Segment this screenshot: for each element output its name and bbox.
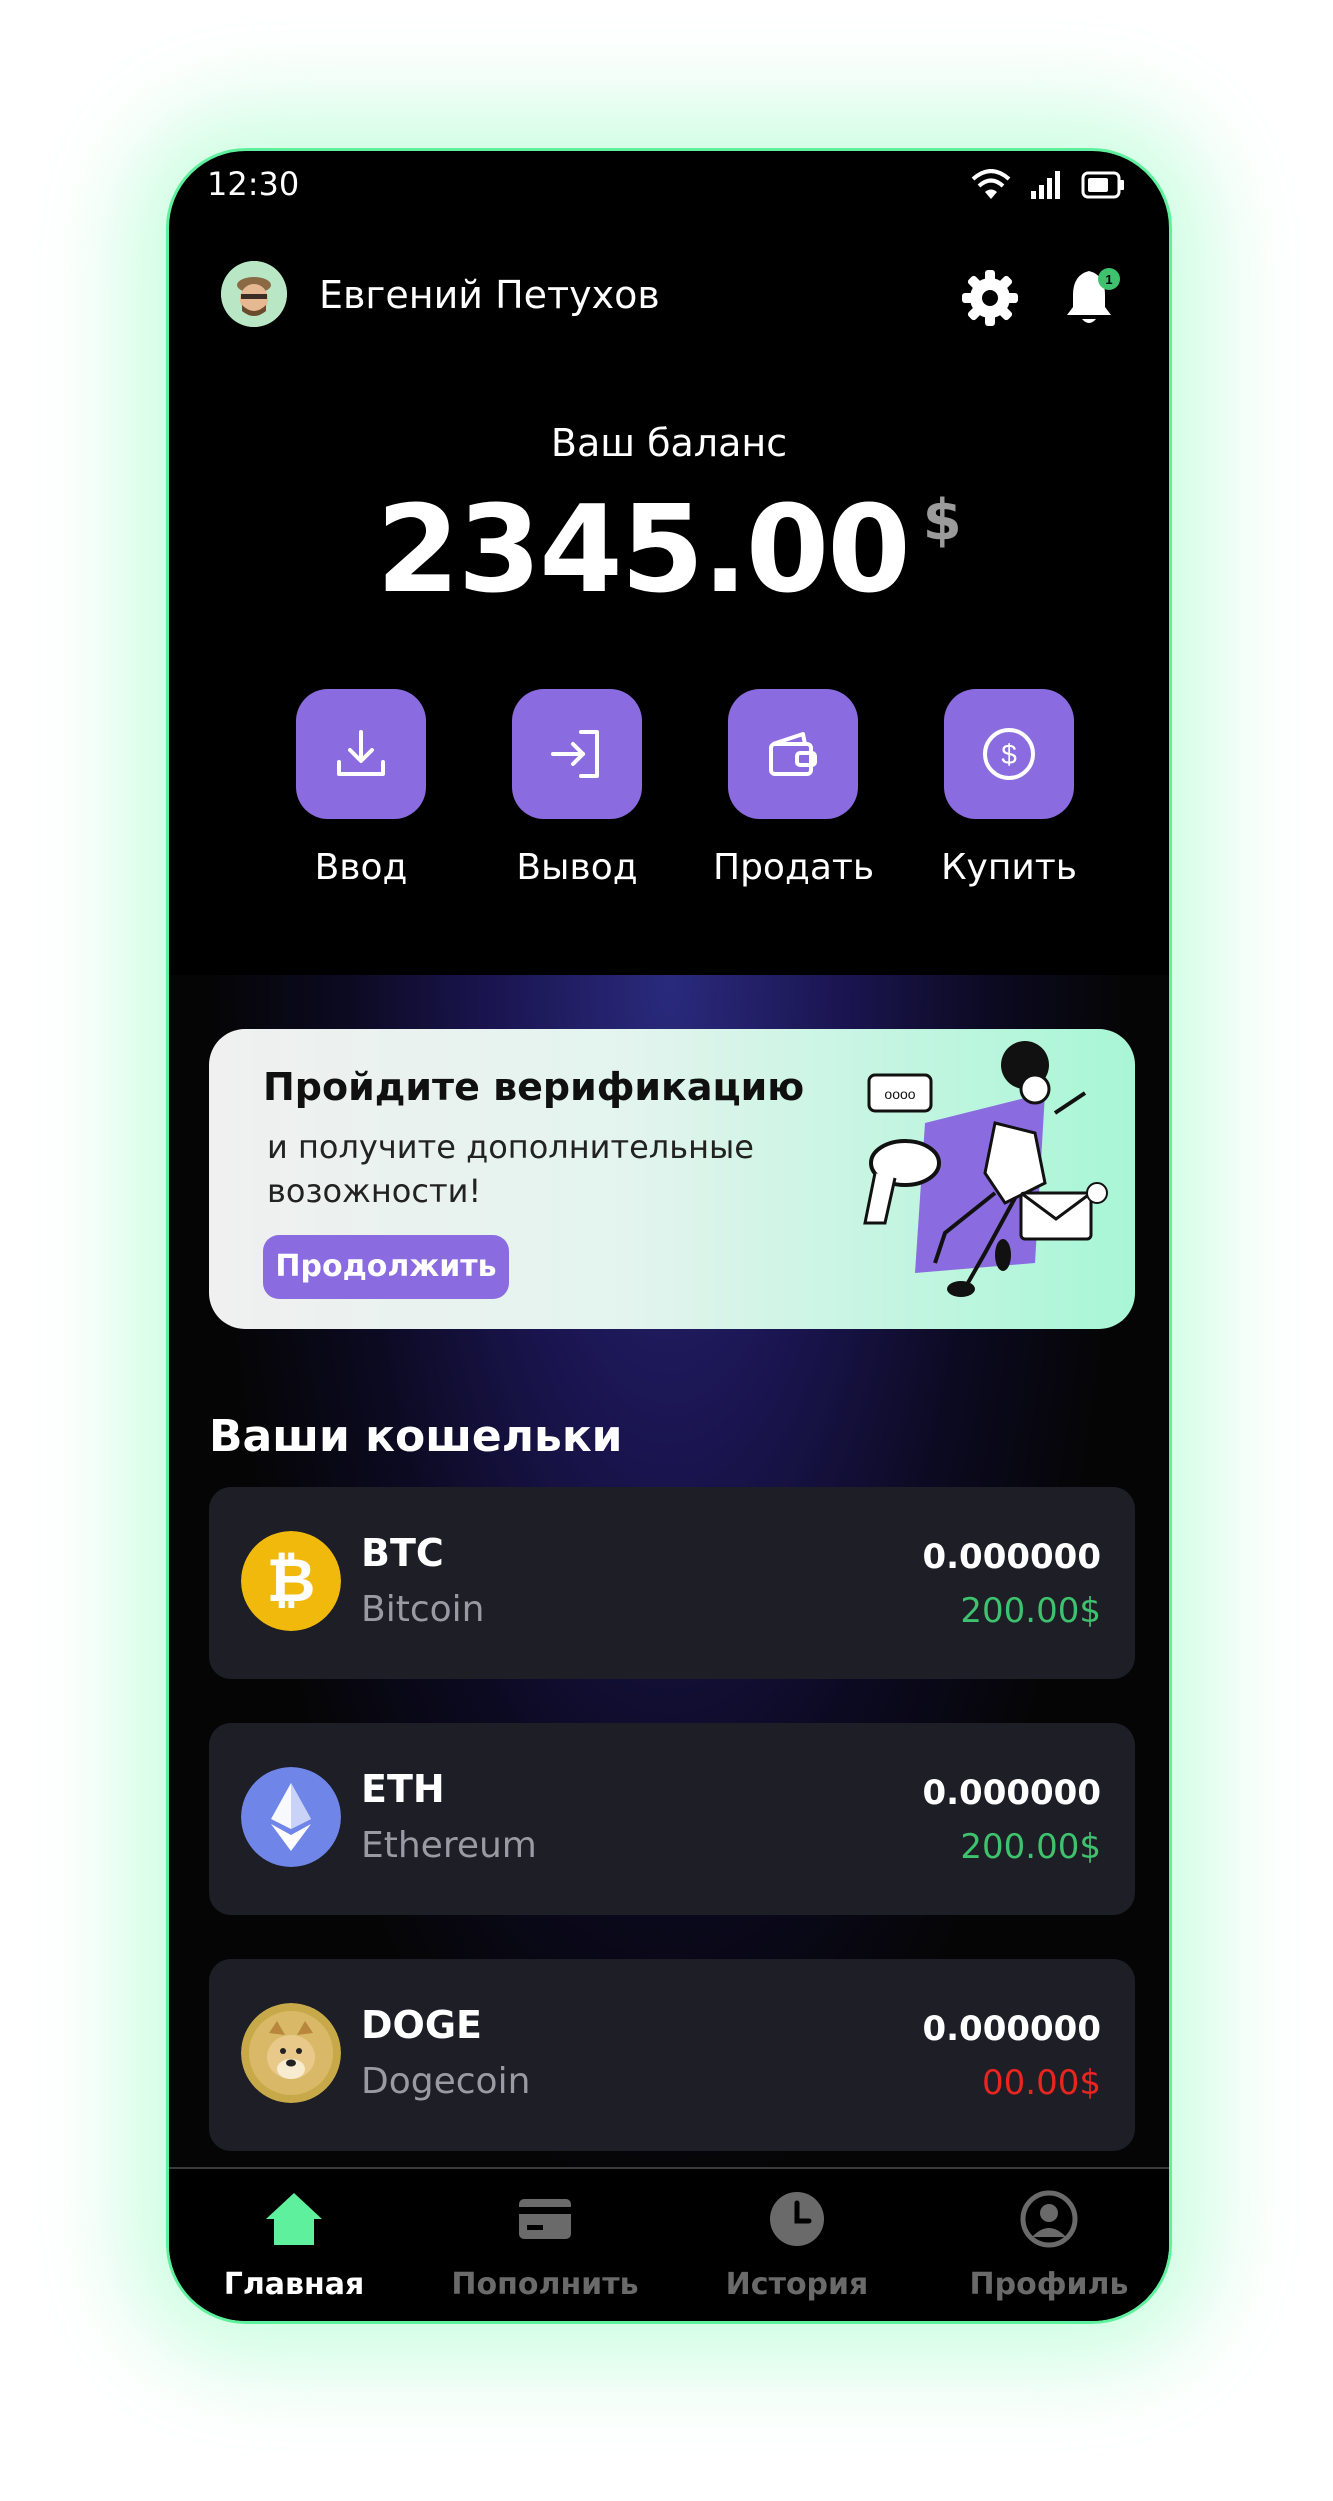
balance-currency: $ xyxy=(922,488,962,553)
tab-home[interactable]: Главная xyxy=(184,2189,404,2302)
balance-label: Ваш баланс xyxy=(550,421,788,465)
tab-label: Профиль xyxy=(969,2267,1129,2302)
tab-label: Пополнить xyxy=(451,2267,639,2302)
svg-text:₿: ₿ xyxy=(267,1547,316,1614)
wallets-title: Ваши кошельки xyxy=(209,1411,623,1462)
login-arrow-icon[interactable] xyxy=(512,689,642,819)
balance-amount: 2345.00 xyxy=(376,481,911,620)
bitcoin-icon: ₿ xyxy=(241,1531,341,1631)
status-bar: 12:30 xyxy=(169,151,1169,221)
avatar[interactable] xyxy=(221,261,287,327)
tab-label: История xyxy=(725,2267,869,2302)
wallet-usd: 200.00$ xyxy=(960,1591,1101,1631)
action-label: Ввод xyxy=(314,847,408,888)
action-withdraw[interactable]: Вывод xyxy=(497,689,657,888)
wallet-card-btc[interactable]: ₿ BTC Bitcoin 0.000000 200.00$ xyxy=(209,1487,1135,1679)
quick-actions: Ввод Вывод Продать $ Купить xyxy=(281,689,1077,899)
phone-screen: 12:30 Евгений Петухов 1 Ваш баланс 2345.… xyxy=(166,148,1172,2324)
wallet-usd: 200.00$ xyxy=(960,1827,1101,1867)
wallet-amount: 0.000000 xyxy=(922,1773,1101,1813)
banner-title: Пройдите верификацию xyxy=(263,1065,805,1109)
wallet-amount: 0.000000 xyxy=(922,2009,1101,2049)
svg-text:oooo: oooo xyxy=(884,1086,915,1102)
profile-icon xyxy=(1020,2190,1078,2248)
download-icon[interactable] xyxy=(296,689,426,819)
signal-icon xyxy=(1031,171,1060,199)
action-label: Продать xyxy=(713,847,875,888)
action-label: Купить xyxy=(941,847,1077,888)
action-buy[interactable]: $ Купить xyxy=(929,689,1089,888)
svg-text:$: $ xyxy=(1001,739,1017,770)
promo-illustration-icon: oooo xyxy=(863,1041,1108,1297)
home-icon xyxy=(266,2193,322,2245)
content-section: Пройдите верификацию и получите дополнит… xyxy=(169,975,1169,2321)
wallet-usd: 00.00$ xyxy=(982,2063,1101,2103)
status-icons xyxy=(971,169,1125,201)
action-sell[interactable]: Продать xyxy=(713,689,875,888)
wallet-name: Ethereum xyxy=(361,1825,537,1866)
clock-icon xyxy=(770,2192,824,2246)
ethereum-icon xyxy=(241,1767,341,1867)
verification-banner: Пройдите верификацию и получите дополнит… xyxy=(209,1029,1135,1329)
tab-topup[interactable]: Пополнить xyxy=(435,2189,655,2302)
wallet-name: Dogecoin xyxy=(361,2061,531,2102)
header: Евгений Петухов 1 xyxy=(169,251,1169,341)
continue-button[interactable]: Продолжить xyxy=(263,1235,509,1299)
wallet-card-eth[interactable]: ETH Ethereum 0.000000 200.00$ xyxy=(209,1723,1135,1915)
wifi-icon xyxy=(971,169,1011,199)
status-time: 12:30 xyxy=(207,165,300,203)
wallet-amount: 0.000000 xyxy=(922,1537,1101,1577)
wallet-ticker: ETH xyxy=(361,1767,445,1811)
gear-icon[interactable] xyxy=(961,269,1019,327)
wallet-ticker: DOGE xyxy=(361,2003,482,2047)
action-label: Вывод xyxy=(516,847,638,888)
tab-label: Главная xyxy=(223,2267,365,2302)
username: Евгений Петухов xyxy=(319,273,660,317)
balance-value: 2345.00 $ xyxy=(169,481,1169,620)
notification-badge: 1 xyxy=(1105,272,1112,287)
card-icon xyxy=(519,2199,571,2239)
wallet-ticker: BTC xyxy=(361,1531,444,1575)
dogecoin-icon xyxy=(241,2003,341,2103)
bell-icon[interactable]: 1 xyxy=(1063,265,1123,329)
action-deposit[interactable]: Ввод xyxy=(281,689,441,888)
wallet-name: Bitcoin xyxy=(361,1589,485,1630)
banner-text: и получите дополнительные возожности! xyxy=(267,1128,754,1210)
tab-history[interactable]: История xyxy=(687,2189,907,2302)
tab-bar: Главная Пополнить История Профиль xyxy=(169,2167,1169,2321)
dollar-coin-icon[interactable]: $ xyxy=(944,689,1074,819)
wallet-card-doge[interactable]: DOGE Dogecoin 0.000000 00.00$ xyxy=(209,1959,1135,2151)
battery-icon xyxy=(1081,171,1124,199)
tab-profile[interactable]: Профиль xyxy=(939,2189,1159,2302)
wallet-icon[interactable] xyxy=(728,689,858,819)
